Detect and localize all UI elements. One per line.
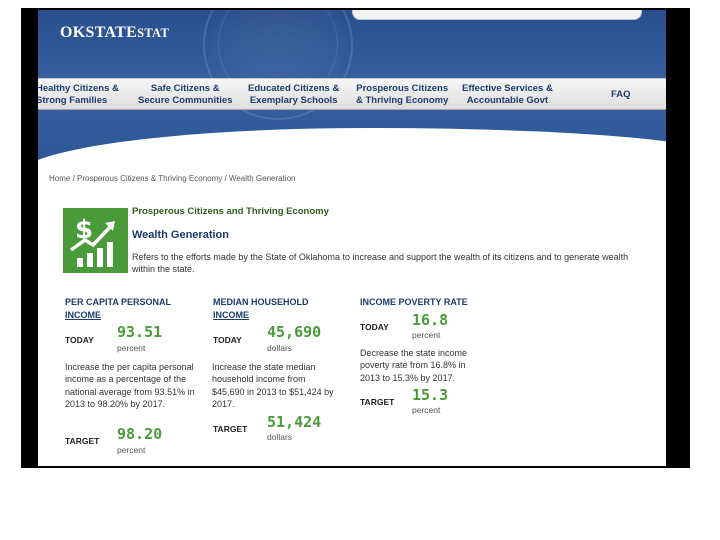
nav-item-prosperous-citizens[interactable]: Prosperous Citizens & Thriving Economy <box>356 83 448 107</box>
logo-text-tail: STAT <box>137 26 170 40</box>
nav-label-faq: FAQ <box>611 89 631 100</box>
today-unit: percent <box>117 343 146 353</box>
today-unit: dollars <box>267 343 293 353</box>
today-label: TODAY <box>65 335 94 345</box>
metric-per-capita-title[interactable]: PER CAPITA PERSONAL INCOME <box>65 296 171 322</box>
target-unit: dollars <box>267 432 293 442</box>
metric-description: Increase the per capita personal income … <box>65 362 195 410</box>
nav-item-effective-services[interactable]: Effective Services & Accountable Govt <box>462 83 553 107</box>
nav-label-line1: Effective Services & <box>462 83 553 94</box>
goal-title: Wealth Generation <box>132 229 229 241</box>
today-label: TODAY <box>213 335 242 345</box>
metric-title-line1: MEDIAN HOUSEHOLD <box>213 297 309 307</box>
metric-title-line2: INCOME <box>65 310 101 320</box>
today-label: TODAY <box>360 322 389 332</box>
logo-text-main: OKSTATE <box>60 24 138 41</box>
dollar-growth-chart-icon: $ <box>63 208 128 273</box>
nav-item-healthy-citizens[interactable]: Healthy Citizens & Strong Families <box>38 83 119 107</box>
target-unit: percent <box>412 405 441 415</box>
search-bar[interactable] <box>352 10 642 20</box>
target-label: TARGET <box>360 397 395 407</box>
site-logo[interactable]: OKSTATESTAT <box>60 24 169 42</box>
target-value: 98.20 <box>117 425 163 443</box>
target-value: 15.3 <box>412 386 449 404</box>
metric-title-line2: INCOME <box>213 310 249 320</box>
goal-description: Refers to the efforts made by the State … <box>132 252 629 274</box>
target-value: 51,424 <box>267 413 322 431</box>
metric-median-household-title[interactable]: MEDIAN HOUSEHOLD INCOME <box>213 296 309 322</box>
today-value: 45,690 <box>267 323 322 341</box>
nav-label-line2: & Thriving Economy <box>356 95 449 106</box>
nav-label-line2: Secure Communities <box>138 95 233 106</box>
nav-label-line1: Prosperous Citizens <box>356 83 449 94</box>
target-unit: percent <box>117 445 146 455</box>
nav-label-line1: Safe Citizens & <box>150 83 220 94</box>
nav-label-line1: Educated Citizens & <box>248 83 340 94</box>
metric-description: Decrease the state income poverty rate f… <box>360 348 468 383</box>
goal-subtitle: Prosperous Citizens and Thriving Economy <box>132 206 329 217</box>
nav-item-safe-citizens[interactable]: Safe Citizens & Secure Communities <box>138 83 233 107</box>
target-label: TARGET <box>213 424 248 434</box>
nav-label-line2: Exemplary Schools <box>249 95 338 106</box>
metric-description: Increase the state median household inco… <box>212 362 334 410</box>
nav-item-educated-citizens[interactable]: Educated Citizens & Exemplary Schools <box>248 83 339 107</box>
today-value: 16.8 <box>412 311 449 329</box>
metric-title-line1: PER CAPITA PERSONAL <box>65 297 172 307</box>
nav-label-line2: Strong Families <box>38 95 108 106</box>
breadcrumb: Home / Prosperous Citizens & Thriving Ec… <box>49 174 296 183</box>
website-viewport: OKSTATESTAT Healthy Citizens & Strong Fa… <box>38 10 666 466</box>
metric-poverty-rate-title[interactable]: INCOME POVERTY RATE <box>360 296 468 309</box>
main-navigation: Healthy Citizens & Strong Families Safe … <box>38 78 666 110</box>
today-unit: percent <box>412 330 441 340</box>
header-wave <box>38 128 666 208</box>
target-label: TARGET <box>65 436 100 446</box>
nav-label-line1: Healthy Citizens & <box>38 83 119 94</box>
nav-label-line2: Accountable Govt <box>466 95 549 106</box>
metric-title-line1: INCOME POVERTY RATE <box>360 297 468 307</box>
today-value: 93.51 <box>117 323 163 341</box>
nav-item-faq[interactable]: FAQ <box>611 89 631 101</box>
